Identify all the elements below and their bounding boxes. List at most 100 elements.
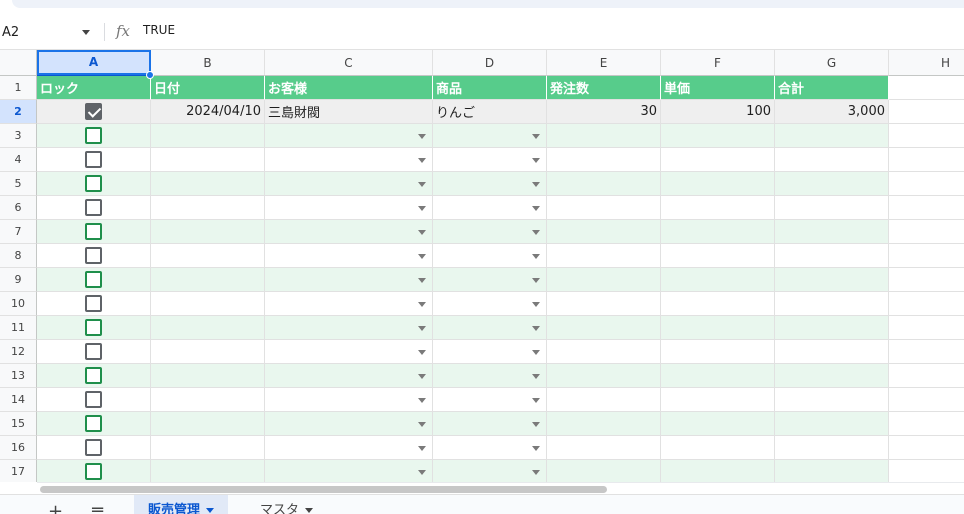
cell-h15[interactable]	[889, 412, 964, 436]
dropdown-arrow-icon[interactable]	[418, 158, 426, 163]
lock-checkbox[interactable]	[85, 367, 102, 384]
dropdown-arrow-icon[interactable]	[532, 158, 540, 163]
cell-b3[interactable]	[151, 124, 265, 148]
cell-b1[interactable]: 日付	[151, 76, 265, 100]
lock-checkbox[interactable]	[85, 175, 102, 192]
cell-d14[interactable]	[433, 388, 547, 412]
fill-handle[interactable]	[146, 71, 154, 79]
lock-checkbox[interactable]	[85, 391, 102, 408]
column-header-d[interactable]: D	[433, 50, 547, 76]
cell-h13[interactable]	[889, 364, 964, 388]
cell-d6[interactable]	[433, 196, 547, 220]
cell-e7[interactable]	[547, 220, 661, 244]
cell-g9[interactable]	[775, 268, 889, 292]
lock-checkbox[interactable]	[85, 439, 102, 456]
scrollbar-thumb[interactable]	[40, 486, 607, 493]
cell-g3[interactable]	[775, 124, 889, 148]
cell-e4[interactable]	[547, 148, 661, 172]
cell-h6[interactable]	[889, 196, 964, 220]
cell-e1[interactable]: 発注数	[547, 76, 661, 100]
cell-g14[interactable]	[775, 388, 889, 412]
cell-g8[interactable]	[775, 244, 889, 268]
cell-g7[interactable]	[775, 220, 889, 244]
dropdown-arrow-icon[interactable]	[418, 134, 426, 139]
tab-sales-management[interactable]: 販売管理	[134, 495, 229, 514]
cell-h11[interactable]	[889, 316, 964, 340]
cell-f16[interactable]	[661, 436, 775, 460]
cell-c12[interactable]	[265, 340, 433, 364]
all-sheets-button[interactable]: ≡	[90, 503, 105, 514]
lock-checkbox[interactable]	[85, 103, 102, 120]
row-header-5[interactable]: 5	[0, 172, 37, 196]
cell-d5[interactable]	[433, 172, 547, 196]
column-header-a[interactable]: A	[37, 50, 151, 76]
cell-c14[interactable]	[265, 388, 433, 412]
column-header-c[interactable]: C	[265, 50, 433, 76]
lock-checkbox[interactable]	[85, 127, 102, 144]
cell-a15[interactable]	[37, 412, 151, 436]
dropdown-arrow-icon[interactable]	[418, 278, 426, 283]
column-header-e[interactable]: E	[547, 50, 661, 76]
cell-h14[interactable]	[889, 388, 964, 412]
cell-h12[interactable]	[889, 340, 964, 364]
dropdown-arrow-icon[interactable]	[532, 302, 540, 307]
dropdown-arrow-icon[interactable]	[418, 182, 426, 187]
cell-a10[interactable]	[37, 292, 151, 316]
dropdown-arrow-icon[interactable]	[532, 182, 540, 187]
cell-c1[interactable]: お客様	[265, 76, 433, 100]
cell-g1[interactable]: 合計	[775, 76, 889, 100]
cell-c4[interactable]	[265, 148, 433, 172]
cell-b2[interactable]: 2024/04/10	[151, 100, 265, 124]
lock-checkbox[interactable]	[85, 247, 102, 264]
lock-checkbox[interactable]	[85, 415, 102, 432]
cell-b15[interactable]	[151, 412, 265, 436]
cell-h8[interactable]	[889, 244, 964, 268]
cell-f12[interactable]	[661, 340, 775, 364]
cell-g10[interactable]	[775, 292, 889, 316]
dropdown-arrow-icon[interactable]	[418, 470, 426, 475]
cell-g17[interactable]	[775, 460, 889, 482]
cell-e5[interactable]	[547, 172, 661, 196]
cell-e15[interactable]	[547, 412, 661, 436]
cell-d15[interactable]	[433, 412, 547, 436]
dropdown-arrow-icon[interactable]	[532, 206, 540, 211]
dropdown-arrow-icon[interactable]	[532, 326, 540, 331]
cell-d4[interactable]	[433, 148, 547, 172]
dropdown-arrow-icon[interactable]	[532, 350, 540, 355]
dropdown-arrow-icon[interactable]	[532, 230, 540, 235]
cell-g15[interactable]	[775, 412, 889, 436]
cell-h9[interactable]	[889, 268, 964, 292]
row-header-9[interactable]: 9	[0, 268, 37, 292]
dropdown-arrow-icon[interactable]	[418, 446, 426, 451]
cell-a2[interactable]	[37, 100, 151, 124]
cell-f8[interactable]	[661, 244, 775, 268]
cell-d13[interactable]	[433, 364, 547, 388]
cell-f2[interactable]: 100	[661, 100, 775, 124]
cell-b14[interactable]	[151, 388, 265, 412]
cell-b16[interactable]	[151, 436, 265, 460]
row-header-15[interactable]: 15	[0, 412, 37, 436]
column-header-f[interactable]: F	[661, 50, 775, 76]
cell-h5[interactable]	[889, 172, 964, 196]
cell-b9[interactable]	[151, 268, 265, 292]
cell-c11[interactable]	[265, 316, 433, 340]
cell-c8[interactable]	[265, 244, 433, 268]
cell-c16[interactable]	[265, 436, 433, 460]
cell-d11[interactable]	[433, 316, 547, 340]
cell-h10[interactable]	[889, 292, 964, 316]
cell-e12[interactable]	[547, 340, 661, 364]
cell-e16[interactable]	[547, 436, 661, 460]
cell-b13[interactable]	[151, 364, 265, 388]
cell-g5[interactable]	[775, 172, 889, 196]
cell-f13[interactable]	[661, 364, 775, 388]
cell-a1[interactable]: ロック	[37, 76, 151, 100]
cell-c10[interactable]	[265, 292, 433, 316]
cell-c17[interactable]	[265, 460, 433, 482]
cell-f14[interactable]	[661, 388, 775, 412]
dropdown-arrow-icon[interactable]	[418, 422, 426, 427]
lock-checkbox[interactable]	[85, 463, 102, 480]
cell-a11[interactable]	[37, 316, 151, 340]
cell-e13[interactable]	[547, 364, 661, 388]
dropdown-arrow-icon[interactable]	[532, 470, 540, 475]
cell-d16[interactable]	[433, 436, 547, 460]
